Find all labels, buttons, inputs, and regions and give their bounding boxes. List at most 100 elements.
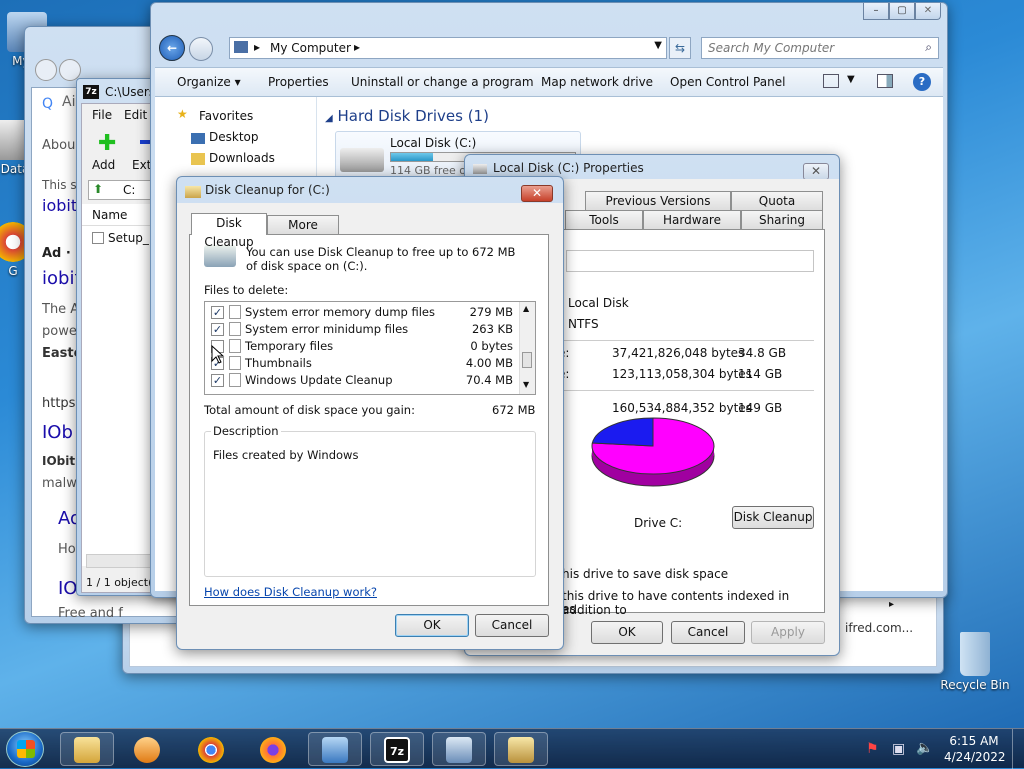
scroll-thumb[interactable] <box>522 352 532 368</box>
search-input[interactable]: Search My Computer ⌕ <box>701 37 939 59</box>
menu-file[interactable]: File <box>92 108 112 122</box>
menu-edit[interactable]: Edit <box>124 108 147 122</box>
disk-usage-pie <box>591 417 715 487</box>
close-button[interactable]: ✕ <box>915 3 941 20</box>
tab-more-options[interactable]: More Options <box>267 215 339 251</box>
taskbar-media-player[interactable] <box>120 732 174 766</box>
index-option-text[interactable]: this drive to have contents indexed in a… <box>562 589 824 617</box>
breadcrumb-separator: ▸ <box>254 40 261 54</box>
status-bar: 1 / 1 object(s <box>86 576 159 589</box>
action-center-icon[interactable]: ⚑ <box>866 741 879 757</box>
file-checkbox[interactable]: ✓ <box>211 374 224 387</box>
tab-disk-cleanup[interactable]: Disk Cleanup <box>191 213 267 249</box>
volume-label-input[interactable] <box>566 250 814 272</box>
file-list-row[interactable]: ✓ Thumbnails 4.00 MB <box>205 355 519 372</box>
preview-pane-icon[interactable] <box>877 74 893 88</box>
result-text: Abou <box>42 138 76 153</box>
file-list-row[interactable]: ✓ System error memory dump files 279 MB <box>205 304 519 321</box>
tab-hardware[interactable]: Hardware <box>643 210 741 230</box>
ok-button[interactable]: OK <box>591 621 663 644</box>
map-network-drive-button[interactable]: Map network drive <box>541 75 653 89</box>
ok-button[interactable]: OK <box>395 614 469 637</box>
desktop-icon-label: Recycle Bin <box>940 678 1010 692</box>
compress-option-text[interactable]: his drive to save disk space <box>562 567 728 581</box>
capacity-bytes: 160,534,884,352 bytes <box>612 401 752 415</box>
taskbar-chrome[interactable] <box>184 732 238 766</box>
files-to-delete-label: Files to delete: <box>204 283 289 297</box>
result-link[interactable]: iobit <box>42 196 77 215</box>
file-list-row[interactable]: ✓ System error minidump files 263 KB <box>205 321 519 338</box>
open-control-panel-button[interactable]: Open Control Panel <box>670 75 785 89</box>
desktop-icon-recycle-bin[interactable]: Recycle Bin <box>940 632 1010 692</box>
start-button[interactable] <box>6 731 44 767</box>
view-options-icon[interactable] <box>823 74 839 88</box>
forward-arrow-icon[interactable] <box>189 37 213 61</box>
properties-button[interactable]: Properties <box>268 75 329 89</box>
taskbar-explorer[interactable] <box>60 732 114 766</box>
taskbar-firefox[interactable] <box>246 732 300 766</box>
help-icon[interactable]: ? <box>913 73 931 91</box>
taskbar-control-panel[interactable] <box>308 732 362 766</box>
scroll-down-icon[interactable]: ▼ <box>523 380 529 389</box>
file-row[interactable]: Setup_F <box>108 231 156 245</box>
disk-cleanup-button[interactable]: Disk Cleanup <box>732 506 814 529</box>
add-button[interactable]: Add <box>92 158 115 172</box>
file-checkbox[interactable]: ✓ <box>211 323 224 336</box>
firefox-icon <box>260 737 286 763</box>
nav-downloads[interactable]: Downloads <box>209 151 275 165</box>
search-icon: ⌕ <box>925 40 932 54</box>
organize-button[interactable]: Organize ▾ <box>177 75 241 89</box>
uninstall-button[interactable]: Uninstall or change a program <box>351 75 534 89</box>
apply-button[interactable]: Apply <box>751 621 825 644</box>
chevron-down-icon[interactable]: ▼ <box>847 74 855 85</box>
cancel-button[interactable]: Cancel <box>671 621 745 644</box>
tab-previous-versions[interactable]: Previous Versions <box>585 191 731 211</box>
maximize-button[interactable]: ▢ <box>889 3 915 20</box>
scroll-right-icon[interactable]: ▸ <box>889 599 894 610</box>
clock[interactable]: 6:15 AM 4/24/2022 <box>944 733 1006 765</box>
breadcrumb-my-computer[interactable]: My Computer <box>270 41 351 55</box>
tab-sharing[interactable]: Sharing <box>741 210 823 230</box>
vertical-scrollbar[interactable]: ▲ ▼ <box>519 302 535 394</box>
chevron-down-icon[interactable]: ▼ <box>654 40 662 51</box>
help-link[interactable]: How does Disk Cleanup work? <box>204 585 377 599</box>
back-icon[interactable] <box>35 59 57 81</box>
result-link[interactable]: IO <box>58 578 77 599</box>
tab-tools[interactable]: Tools <box>565 210 643 230</box>
file-type-icon <box>229 339 241 353</box>
scroll-up-icon[interactable]: ▲ <box>523 304 529 313</box>
result-link[interactable]: IOb <box>42 422 73 443</box>
file-size: 263 KB <box>471 322 513 336</box>
address-bar[interactable]: ▸ My Computer ▸ ▼ <box>229 37 667 59</box>
up-folder-icon[interactable]: ⬆ <box>93 182 103 196</box>
column-header-name[interactable]: Name <box>92 208 127 222</box>
add-icon: ✚ <box>98 131 117 156</box>
taskbar-7zip[interactable]: 7z <box>370 732 424 766</box>
file-list-row[interactable]: Temporary files 0 bytes <box>205 338 519 355</box>
nav-desktop[interactable]: Desktop <box>209 130 259 144</box>
intro-text: You can use Disk Cleanup to free up to 6… <box>246 245 516 273</box>
filesystem-value: NTFS <box>568 317 599 331</box>
result-text: IObit <box>42 454 76 468</box>
search-icon: Q <box>42 96 54 112</box>
volume-icon[interactable]: 🔈 <box>916 740 933 756</box>
back-arrow-icon[interactable]: ← <box>159 35 185 61</box>
taskbar-disk-cleanup[interactable] <box>494 732 548 766</box>
file-list-row[interactable]: ✓ Windows Update Cleanup 70.4 MB <box>205 372 519 389</box>
network-icon[interactable]: ▣ <box>892 741 905 757</box>
taskbar-system-window[interactable] <box>432 732 486 766</box>
result-text: powe <box>42 324 77 339</box>
close-button[interactable]: ✕ <box>803 163 829 180</box>
free-space-gb: 114 GB <box>738 367 783 381</box>
file-checkbox[interactable]: ✓ <box>211 306 224 319</box>
minimize-button[interactable]: – <box>863 3 889 20</box>
cancel-button[interactable]: Cancel <box>475 614 549 637</box>
show-desktop-button[interactable] <box>1012 729 1024 769</box>
disk-cleanup-dialog[interactable]: Disk Cleanup for (C:) ✕ Disk Cleanup Mor… <box>176 176 564 650</box>
nav-favorites[interactable]: Favorites <box>199 109 253 123</box>
close-button[interactable]: ✕ <box>521 185 553 202</box>
group-header[interactable]: ◢ Hard Disk Drives (1) <box>325 107 489 125</box>
files-list[interactable]: ✓ System error memory dump files 279 MB ✓ Sy… <box>204 301 536 395</box>
tab-quota[interactable]: Quota <box>731 191 823 211</box>
refresh-icon[interactable]: ⇆ <box>669 37 691 59</box>
